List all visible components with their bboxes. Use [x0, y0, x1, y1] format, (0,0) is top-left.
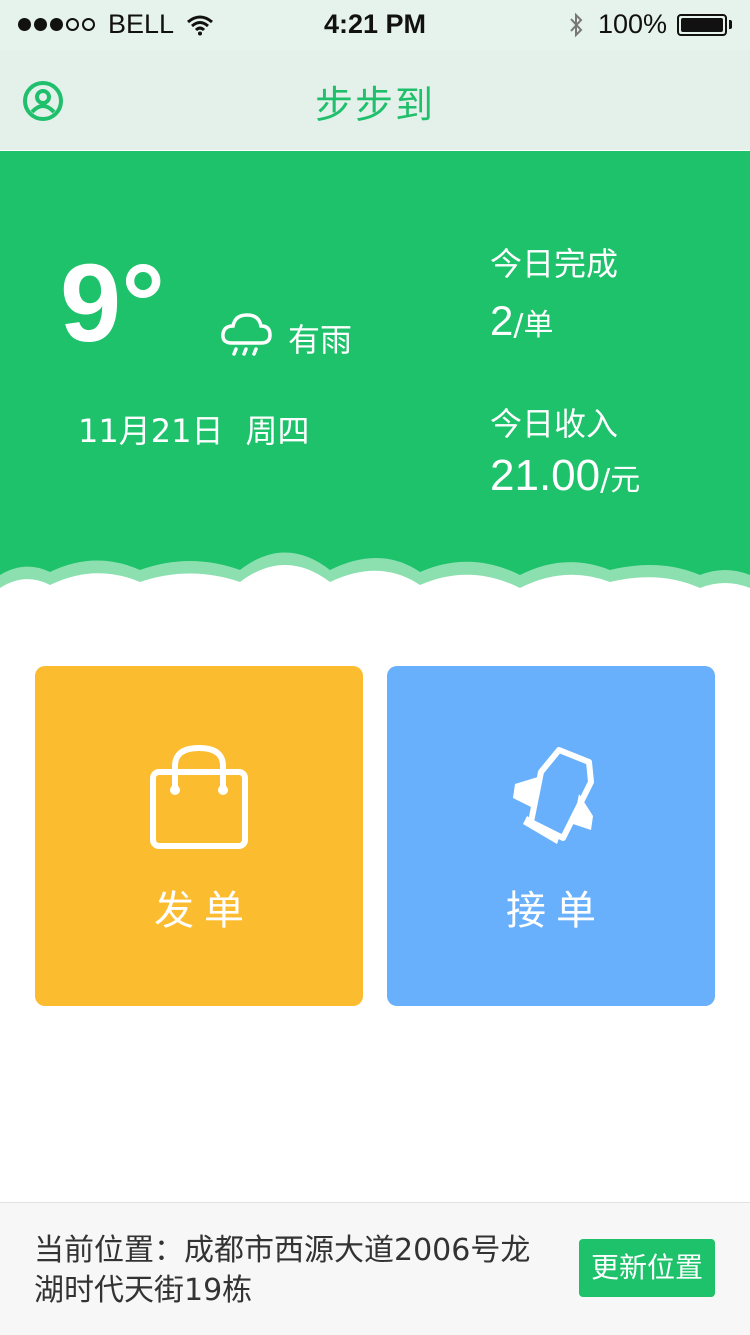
temperature: 9° — [60, 242, 166, 365]
income-amount: 21.00 — [490, 451, 601, 500]
receive-order-label: 接单 — [506, 888, 606, 934]
send-order-label: 发单 — [154, 888, 254, 934]
date-line: 11月21日 周四 — [78, 406, 309, 452]
completed-count: 2 — [490, 297, 514, 344]
current-location: 当前位置：成都市西源大道2006号龙湖时代天街19栋 — [34, 1231, 554, 1311]
income-today-label: 今日收入 — [490, 405, 619, 443]
completed-today-label: 今日完成 — [490, 245, 619, 283]
completed-today-value: 2/单 — [490, 297, 553, 345]
bluetooth-icon — [570, 12, 583, 37]
weather-condition: 有雨 — [288, 321, 353, 359]
nav-bar: 步步到 — [0, 50, 750, 150]
income-today-value: 21.00/元 — [490, 451, 640, 501]
cloud-divider — [0, 552, 750, 640]
income-unit: /元 — [600, 463, 641, 498]
shopping-bag-icon — [150, 744, 248, 849]
weekday: 周四 — [245, 412, 310, 450]
receive-order-button[interactable]: 接单 — [387, 666, 715, 1006]
completed-unit: /单 — [513, 308, 554, 343]
app-title: 步步到 — [314, 83, 435, 127]
status-bar: BELL 4:21 PM 100% — [0, 0, 750, 50]
send-order-button[interactable]: 发单 — [35, 666, 363, 1006]
cloud-rain-icon — [221, 313, 272, 356]
battery-percentage: 100% — [597, 9, 667, 39]
location-bar: 当前位置：成都市西源大道2006号龙湖时代天街19栋 更新位置 — [0, 1202, 750, 1335]
rocket-icon — [513, 747, 594, 844]
date: 11月21日 — [78, 412, 224, 450]
location-label: 当前位置： — [34, 1233, 184, 1268]
battery-icon — [677, 13, 732, 36]
update-location-button[interactable]: 更新位置 — [579, 1239, 715, 1297]
